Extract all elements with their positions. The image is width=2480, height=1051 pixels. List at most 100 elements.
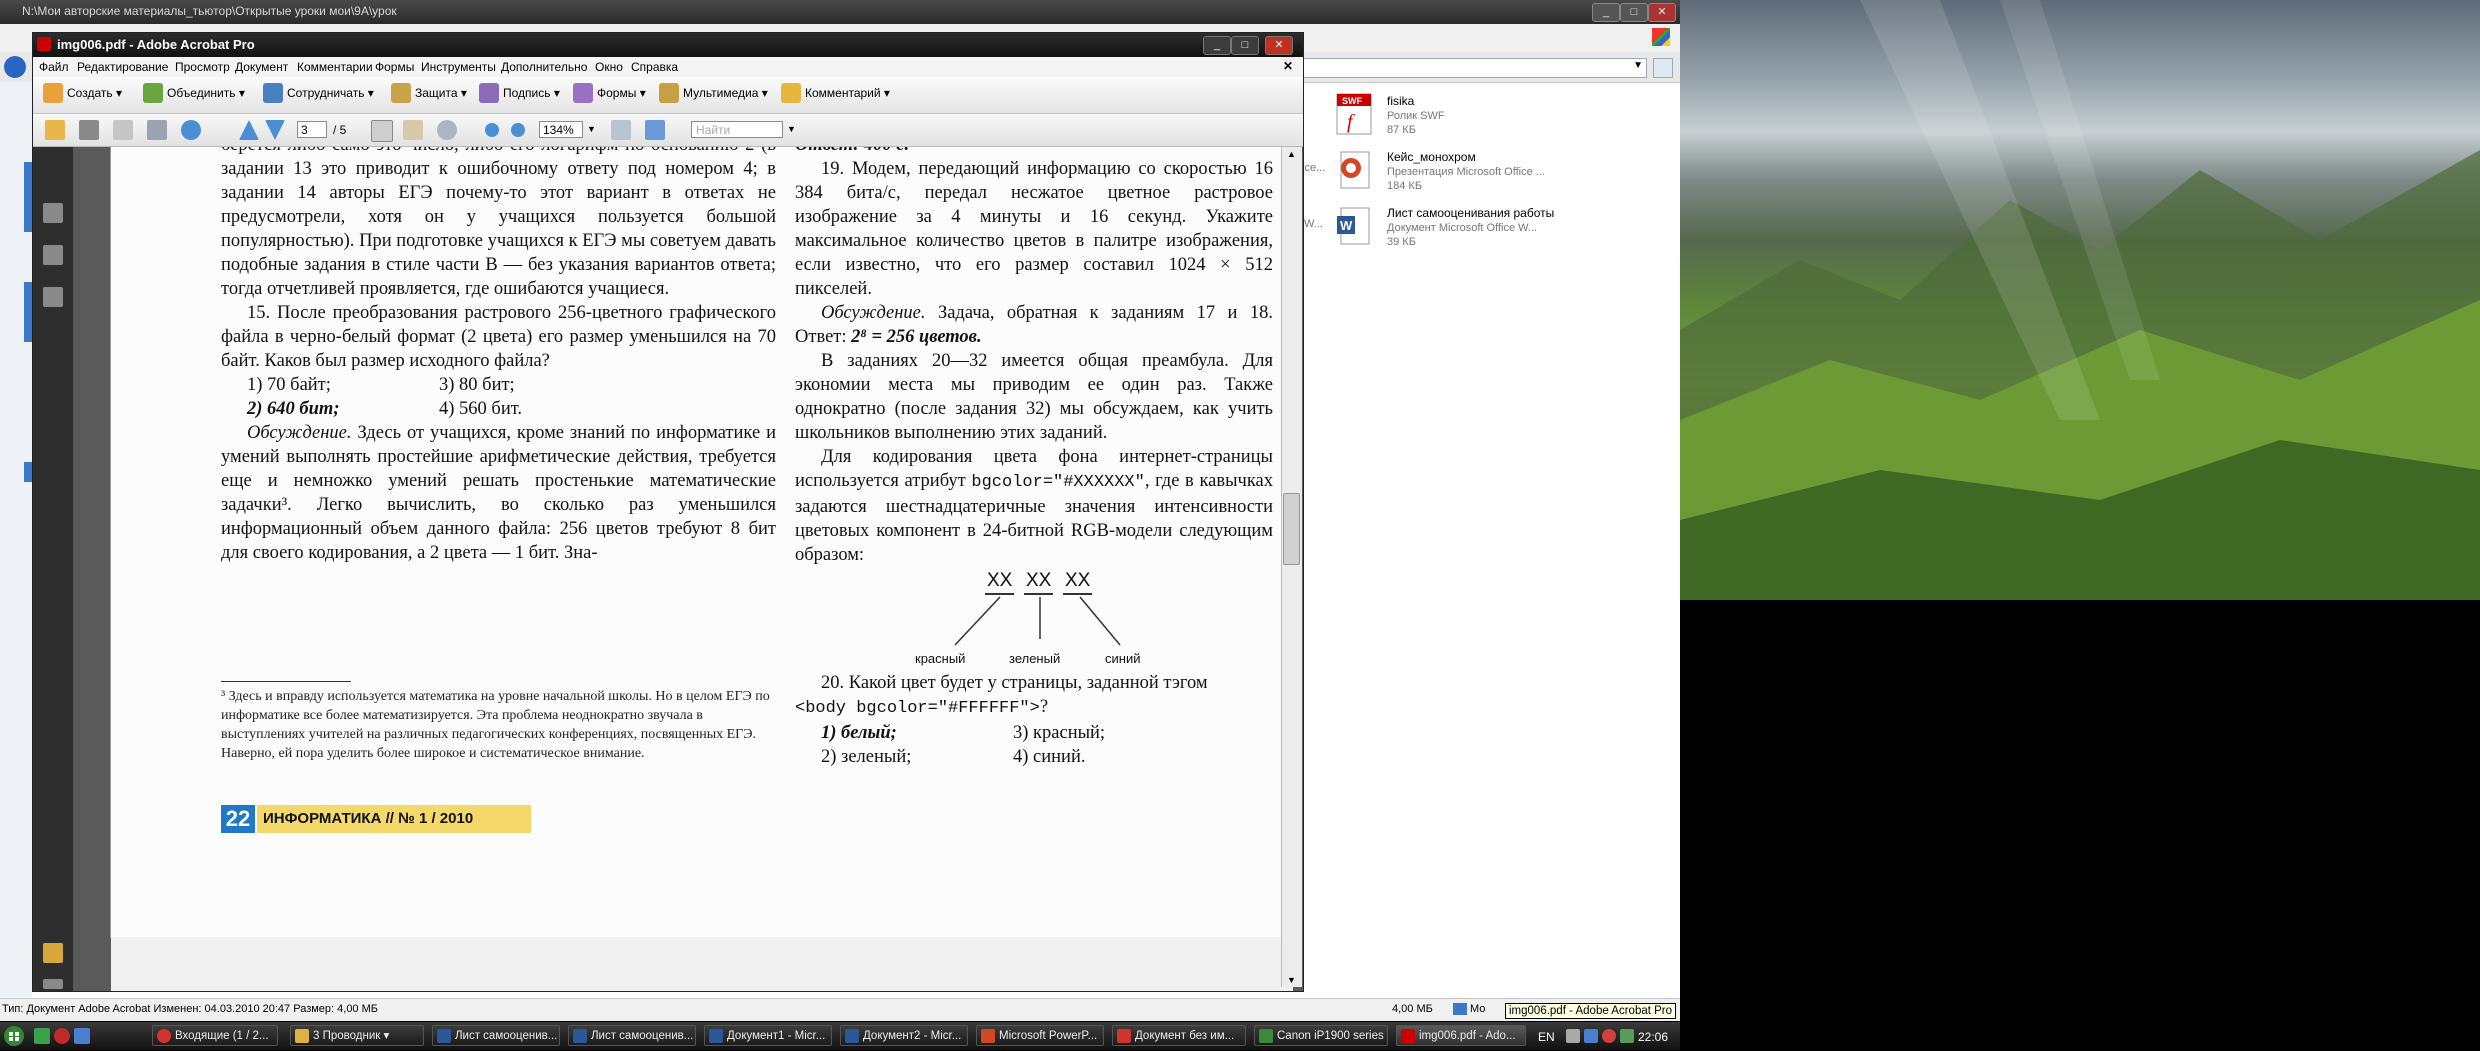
task-label: Canon iP1900 series — [1277, 1030, 1384, 1042]
task-button[interactable]: Документ2 - Micr... — [840, 1025, 968, 1046]
combine-button[interactable]: Объединить ▾ — [143, 83, 245, 103]
comments-panel-icon[interactable] — [43, 943, 63, 963]
scroll-up-icon[interactable]: ▲ — [1287, 149, 1296, 159]
tray-icon[interactable] — [1566, 1029, 1580, 1043]
file-item-keis[interactable]: Кейс_монохром Презентация Microsoft Offi… — [1335, 148, 1635, 198]
chevron-down-icon[interactable]: ▼ — [1633, 60, 1643, 71]
close-button[interactable]: ✕ — [1265, 36, 1293, 55]
forms-button[interactable]: Формы ▾ — [573, 83, 646, 103]
full-screen-icon[interactable] — [645, 120, 665, 140]
collaborate-button[interactable]: Сотрудничать ▾ — [263, 83, 374, 103]
svg-text:W: W — [1340, 218, 1353, 233]
save-icon[interactable] — [113, 120, 133, 140]
zoom-marquee-icon[interactable] — [437, 120, 457, 140]
back-arrow-icon[interactable] — [4, 56, 26, 78]
discussion-text: Здесь от учащихся, кроме знаний по инфор… — [221, 423, 776, 563]
svg-text:SWF: SWF — [1342, 96, 1362, 106]
file-item-fisika[interactable]: SWF f fisika Ролик SWF 87 КБ — [1335, 92, 1635, 142]
doc-close-icon[interactable]: ✕ — [1283, 59, 1293, 73]
status-text: Тип: Документ Adobe Acrobat Изменен: 04.… — [2, 1003, 378, 1015]
scrollbar-thumb[interactable] — [1283, 493, 1300, 565]
comment-button[interactable]: Комментарий ▾ — [781, 83, 890, 103]
clock[interactable]: 22:06 — [1638, 1030, 1668, 1044]
sign-button[interactable]: Подпись ▾ — [479, 83, 560, 103]
globe-icon[interactable] — [181, 120, 201, 140]
quicklaunch-icon[interactable] — [74, 1028, 90, 1044]
signatures-panel-icon[interactable] — [43, 287, 63, 307]
task-label: img006.pdf - Ado... — [1419, 1030, 1516, 1042]
address-field[interactable]: ▼ — [1300, 58, 1647, 78]
language-indicator[interactable]: EN — [1538, 1030, 1555, 1044]
attachments-panel-icon[interactable] — [43, 245, 63, 265]
minimize-button[interactable]: _ — [1203, 36, 1231, 55]
rgb-diagram: XX XX XX красный зеленый синий — [795, 567, 1273, 671]
menu-comments[interactable]: Комментарии — [297, 60, 373, 74]
task-button[interactable]: Документ1 - Micr... — [704, 1025, 832, 1046]
partial-file-label: ice... — [1302, 162, 1326, 174]
fit-page-icon[interactable] — [611, 120, 631, 140]
previous-page-icon[interactable] — [239, 120, 259, 140]
menu-tools[interactable]: Инструменты — [421, 60, 496, 74]
acrobat-titlebar[interactable]: img006.pdf - Adobe Acrobat Pro _ □ ✕ — [33, 33, 1303, 57]
explorer-minimize-button[interactable]: _ — [1592, 3, 1620, 22]
menu-edit[interactable]: Редактирование — [77, 60, 168, 74]
task-button[interactable]: Документ без им... — [1112, 1025, 1246, 1046]
forms-label: Формы — [597, 86, 637, 100]
multimedia-button[interactable]: Мультимедиа ▾ — [659, 83, 768, 103]
hand-tool-icon[interactable] — [403, 120, 423, 140]
chevron-down-icon[interactable]: ▼ — [787, 124, 796, 134]
tray-icon[interactable] — [1620, 1029, 1634, 1043]
question-15-options: 1) 70 байт; 3) 80 бит; 2) 640 бит; 4) 56… — [221, 373, 776, 421]
tray-icon[interactable] — [1602, 1029, 1616, 1043]
quicklaunch-icon[interactable] — [54, 1028, 70, 1044]
paperclip-icon[interactable] — [43, 979, 63, 989]
tray-icon[interactable] — [1584, 1029, 1598, 1043]
zoom-input[interactable]: 134% — [539, 121, 583, 138]
question-19-discussion: Обсуждение. Задача, обратная к заданиям … — [795, 301, 1273, 349]
protect-label: Защита — [415, 86, 458, 100]
explorer-maximize-button[interactable]: □ — [1620, 3, 1648, 22]
scroll-down-icon[interactable]: ▼ — [1287, 975, 1296, 985]
menu-help[interactable]: Справка — [631, 60, 678, 74]
menu-advanced[interactable]: Дополнительно — [501, 60, 587, 74]
select-cursor-icon[interactable] — [371, 120, 393, 142]
opera-icon — [1117, 1029, 1131, 1043]
desktop-wallpaper — [1680, 0, 2480, 600]
task-button[interactable]: Лист самооценив... — [432, 1025, 560, 1046]
option-correct: 1) белый; — [821, 723, 897, 743]
create-button[interactable]: Создать ▾ — [43, 83, 122, 103]
explorer-close-button[interactable]: ✕ — [1648, 3, 1676, 22]
task-button[interactable]: Лист самооценив... — [568, 1025, 696, 1046]
file-size: 184 КБ — [1387, 180, 1423, 192]
maximize-button[interactable]: □ — [1231, 36, 1259, 55]
chevron-down-icon[interactable]: ▼ — [587, 124, 596, 134]
task-button[interactable]: Microsoft PowerP... — [976, 1025, 1104, 1046]
menu-view[interactable]: Просмотр — [175, 60, 230, 74]
menu-file[interactable]: Файл — [39, 60, 69, 74]
open-folder-icon[interactable] — [45, 120, 65, 140]
page-number-input[interactable]: 3 — [297, 121, 327, 138]
start-button[interactable] — [0, 1024, 28, 1048]
email-icon[interactable] — [147, 120, 167, 140]
task-toolbar: Создать ▾ Объединить ▾ Сотрудничать ▾ За… — [33, 77, 1303, 114]
file-item-list[interactable]: W Лист самооценивания работы Документ Mi… — [1335, 204, 1635, 254]
find-input[interactable]: Найти — [691, 121, 783, 138]
protect-button[interactable]: Защита ▾ — [391, 83, 467, 103]
menu-forms[interactable]: Формы — [375, 60, 414, 74]
vertical-scrollbar[interactable]: ▲ ▼ — [1281, 147, 1302, 987]
task-button[interactable]: Canon iP1900 series — [1254, 1025, 1388, 1046]
menu-document[interactable]: Документ — [235, 60, 288, 74]
zoom-in-icon[interactable] — [511, 123, 525, 137]
task-button[interactable]: Входящие (1 / 2... — [152, 1025, 278, 1046]
zoom-out-icon[interactable] — [485, 123, 499, 137]
pages-panel-icon[interactable] — [43, 203, 63, 223]
window-title: img006.pdf - Adobe Acrobat Pro — [57, 37, 255, 52]
task-button[interactable]: 3 Проводник ▾ — [290, 1025, 424, 1046]
print-icon[interactable] — [79, 120, 99, 140]
quicklaunch-icon[interactable] — [34, 1028, 50, 1044]
menu-window[interactable]: Окно — [595, 60, 623, 74]
refresh-icon[interactable] — [1653, 58, 1673, 78]
next-page-icon[interactable] — [265, 120, 285, 140]
task-label: Документ2 - Micr... — [863, 1030, 962, 1042]
task-button-active[interactable]: img006.pdf - Ado... — [1396, 1025, 1526, 1046]
